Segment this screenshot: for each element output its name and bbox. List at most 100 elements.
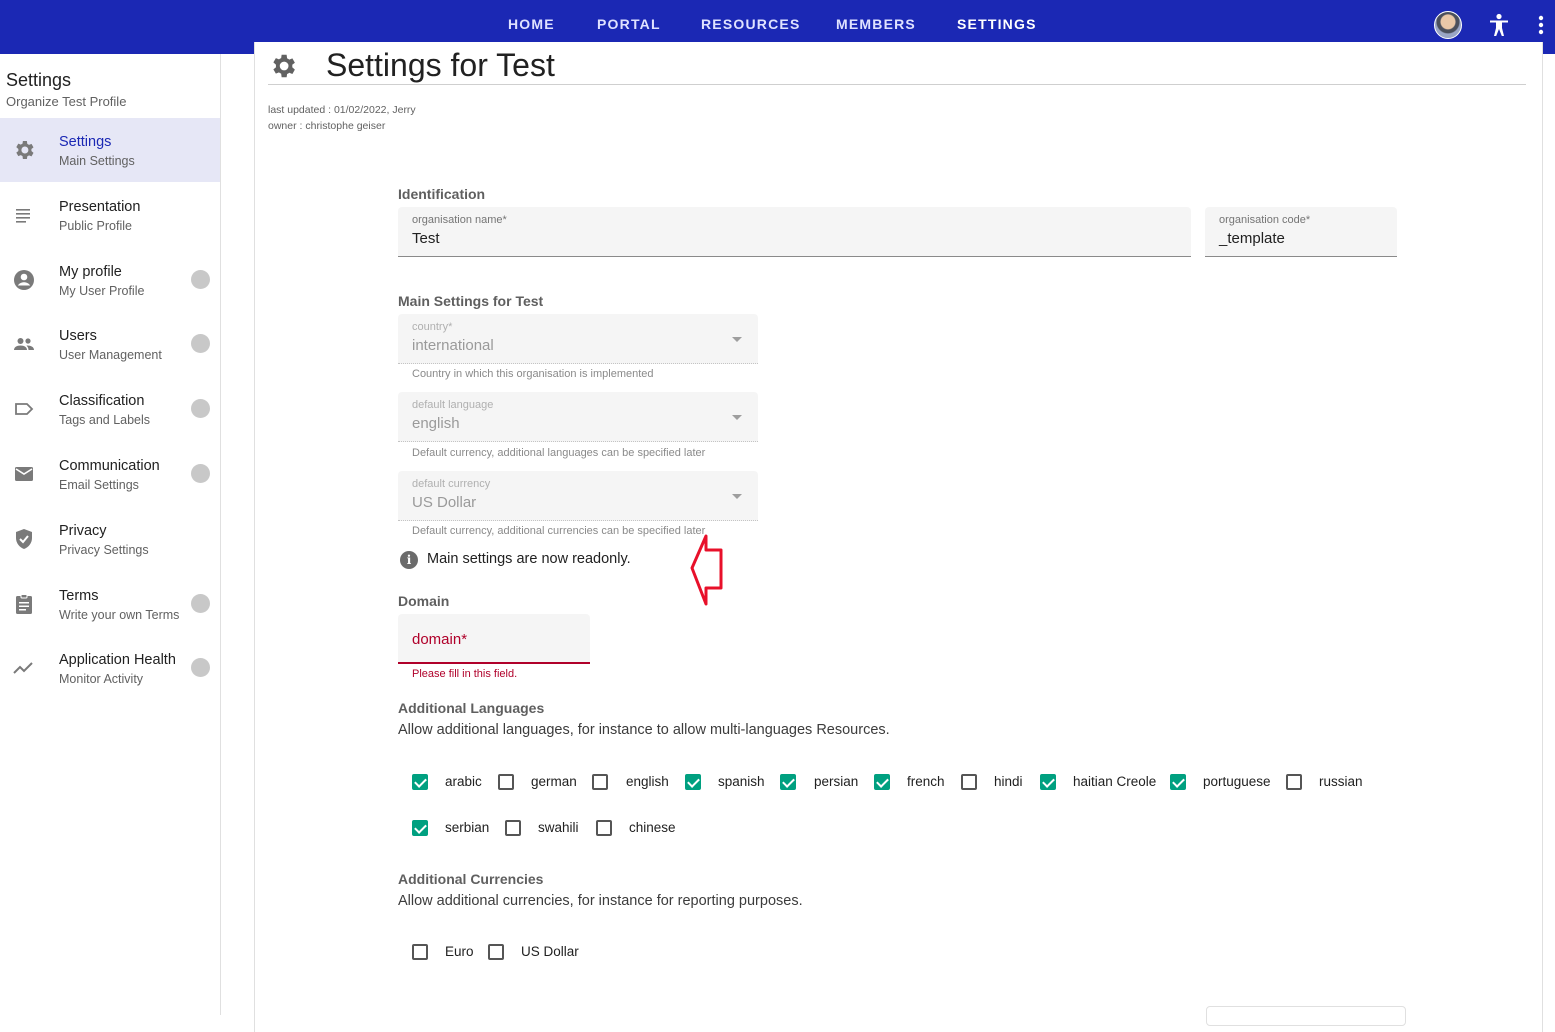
currencies-description: Allow additional currencies, for instanc…	[398, 893, 803, 909]
sidebar-item-classification[interactable]: Classification Tags and Labels	[0, 377, 220, 441]
checkbox-german[interactable]	[498, 774, 514, 790]
shield-check-icon	[16, 529, 32, 549]
title-divider	[268, 84, 1526, 85]
sidebar-title: Settings	[6, 70, 72, 90]
lines-icon	[16, 209, 30, 223]
label-icon	[15, 403, 34, 415]
sidebar-item-desc: Privacy Settings	[59, 543, 149, 557]
field-value: _template	[1219, 230, 1285, 247]
sidebar-item-label: Terms	[59, 588, 99, 604]
checkbox-portuguese[interactable]	[1170, 774, 1186, 790]
trending-icon	[13, 662, 33, 674]
sidebar-item-terms[interactable]: Terms Write your own Terms	[0, 572, 220, 636]
page-title: Settings for Test	[326, 47, 555, 83]
annotation-arrow-icon	[690, 534, 723, 606]
identification-heading: Identification	[398, 186, 486, 202]
sidebar-item-desc: Tags and Labels	[59, 413, 151, 427]
dropdown-arrow-icon	[732, 415, 742, 420]
accessibility-icon[interactable]	[1488, 13, 1510, 37]
checkbox-label: spanish	[718, 774, 765, 789]
field-label: organisation name*	[412, 214, 507, 226]
default-currency-select[interactable]: default currency US Dollar	[398, 471, 758, 521]
nav-members[interactable]: MEMBERS	[836, 16, 916, 32]
sidebar-item-desc: Monitor Activity	[59, 672, 144, 686]
dropdown-arrow-icon	[732, 494, 742, 499]
wrench-icon	[191, 464, 210, 483]
owner-text: owner : christophe geiser	[268, 120, 386, 132]
settings-sidebar: Settings Organize Test Profile Settings …	[0, 54, 221, 1015]
wrench-icon	[191, 658, 210, 677]
sidebar-item-communication[interactable]: Communication Email Settings	[0, 442, 220, 506]
sidebar-item-label: Privacy	[59, 523, 107, 539]
dropdown-arrow-icon	[732, 337, 742, 342]
wrench-icon	[191, 399, 210, 418]
country-select[interactable]: country* international	[398, 314, 758, 364]
field-label: default currency	[412, 478, 491, 490]
checkbox-label: portuguese	[1203, 774, 1271, 789]
domain-input[interactable]: domain*	[398, 614, 590, 664]
last-updated: last updated : 01/02/2022, Jerry	[268, 104, 416, 116]
default-language-select[interactable]: default language english	[398, 392, 758, 442]
checkbox-english[interactable]	[592, 774, 608, 790]
organisation-name-field[interactable]: organisation name* Test	[398, 207, 1191, 257]
checkbox-hindi[interactable]	[961, 774, 977, 790]
checkbox-haitian-creole[interactable]	[1040, 774, 1056, 790]
checkbox-label: french	[907, 774, 945, 789]
checkbox-label: german	[531, 774, 577, 789]
sidebar-item-users[interactable]: Users User Management	[0, 312, 220, 376]
sidebar-subtitle: Organize Test Profile	[6, 94, 127, 109]
sidebar-item-label: Users	[59, 328, 97, 344]
footer-button[interactable]	[1206, 1006, 1406, 1026]
clipboard-icon	[16, 594, 32, 614]
checkbox-label: hindi	[994, 774, 1023, 789]
sidebar-item-presentation[interactable]: Presentation Public Profile	[0, 183, 220, 247]
gear-icon	[273, 54, 295, 78]
checkbox-swahili[interactable]	[505, 820, 521, 836]
checkbox-euro[interactable]	[412, 944, 428, 960]
field-label: country*	[412, 321, 453, 333]
field-label: default language	[412, 399, 494, 411]
wrench-icon	[191, 334, 210, 353]
checkbox-label: russian	[1319, 774, 1363, 789]
nav-portal[interactable]: PORTAL	[597, 16, 661, 32]
nav-resources[interactable]: RESOURCES	[701, 16, 800, 32]
sidebar-item-desc: Main Settings	[59, 154, 135, 168]
sidebar-item-label: Application Health	[59, 652, 176, 668]
checkbox-label: chinese	[629, 820, 676, 835]
user-avatar[interactable]	[1434, 11, 1462, 39]
domain-error: Please fill in this field.	[412, 668, 518, 680]
checkbox-us-dollar[interactable]	[488, 944, 504, 960]
sidebar-item-desc: User Management	[59, 348, 162, 362]
checkbox-french[interactable]	[874, 774, 890, 790]
languages-heading: Additional Languages	[398, 700, 545, 716]
field-value: international	[412, 337, 494, 354]
account-circle-icon	[14, 270, 34, 290]
checkbox-chinese[interactable]	[596, 820, 612, 836]
country-hint: Country in which this organisation is im…	[412, 368, 654, 380]
sidebar-item-desc: My User Profile	[59, 284, 145, 298]
checkbox-arabic[interactable]	[412, 774, 428, 790]
domain-heading: Domain	[398, 593, 450, 609]
wrench-icon	[191, 594, 210, 613]
checkbox-russian[interactable]	[1286, 774, 1302, 790]
checkbox-label: haitian Creole	[1073, 774, 1157, 789]
sidebar-item-application-health[interactable]: Application Health Monitor Activity	[0, 636, 220, 700]
sidebar-item-label: Classification	[59, 393, 145, 409]
nav-settings[interactable]: SETTINGS	[957, 16, 1037, 32]
sidebar-item-desc: Write your own Terms	[59, 608, 180, 622]
organisation-code-field[interactable]: organisation code* _template	[1205, 207, 1397, 257]
checkbox-label: persian	[814, 774, 859, 789]
checkbox-serbian[interactable]	[412, 820, 428, 836]
checkbox-persian[interactable]	[780, 774, 796, 790]
sidebar-item-privacy[interactable]: Privacy Privacy Settings	[0, 507, 220, 571]
sidebar-item-my-profile[interactable]: My profile My User Profile	[0, 248, 220, 312]
checkbox-label: US Dollar	[521, 944, 579, 959]
languages-description: Allow additional languages, for instance…	[398, 722, 890, 738]
wrench-icon	[191, 270, 210, 289]
sidebar-item-settings[interactable]: Settings Main Settings	[0, 118, 220, 182]
nav-home[interactable]: HOME	[508, 16, 555, 32]
field-value: Test	[412, 230, 440, 247]
checkbox-spanish[interactable]	[685, 774, 701, 790]
more-vert-icon[interactable]	[1535, 14, 1547, 36]
field-value: US Dollar	[412, 494, 477, 511]
